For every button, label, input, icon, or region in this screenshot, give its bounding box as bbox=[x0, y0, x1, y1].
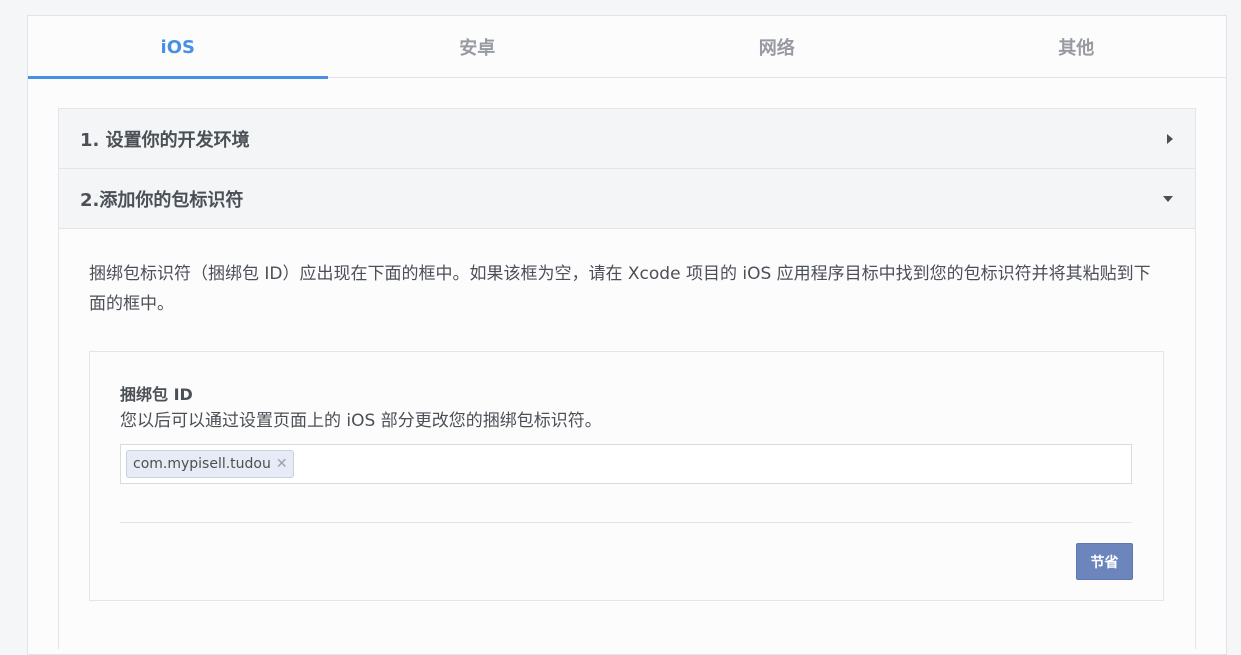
platform-tabs: iOS 安卓 网络 其他 bbox=[28, 16, 1227, 79]
tab-android[interactable]: 安卓 bbox=[328, 16, 628, 78]
remove-token-icon[interactable]: ✕ bbox=[276, 456, 288, 472]
bundle-id-help: 您以后可以通过设置页面上的 iOS 部分更改您的捆绑包标识符。 bbox=[120, 411, 602, 431]
caret-right-icon bbox=[1167, 133, 1173, 144]
bundle-id-description: 捆绑包标识符（捆绑包 ID）应出现在下面的框中。如果该框为空，请在 Xcode … bbox=[89, 264, 1151, 314]
setup-accordion: 1. 设置你的开发环境 2.添加你的包标识符 捆绑包标识符（捆绑包 ID）应出现… bbox=[58, 108, 1196, 649]
bundle-id-label: 捆绑包 ID bbox=[120, 385, 193, 404]
section-dev-environment-title: 1. 设置你的开发环境 bbox=[80, 129, 250, 151]
tab-other[interactable]: 其他 bbox=[927, 16, 1227, 78]
setup-card: iOS 安卓 网络 其他 1. 设置你的开发环境 2.添加你的包标识符 捆绑包标… bbox=[27, 15, 1227, 655]
save-button[interactable]: 节省 bbox=[1076, 543, 1133, 580]
bundle-id-token: com.mypisell.tudou ✕ bbox=[126, 450, 294, 478]
tab-web[interactable]: 网络 bbox=[627, 16, 927, 78]
panel-divider bbox=[120, 522, 1132, 523]
bundle-id-panel: 捆绑包 ID 您以后可以通过设置页面上的 iOS 部分更改您的捆绑包标识符。 c… bbox=[89, 351, 1164, 601]
section-dev-environment-header[interactable]: 1. 设置你的开发环境 bbox=[59, 109, 1195, 169]
section-bundle-id-header[interactable]: 2.添加你的包标识符 bbox=[59, 169, 1195, 229]
bundle-id-input[interactable]: com.mypisell.tudou ✕ bbox=[120, 444, 1132, 484]
tab-ios[interactable]: iOS bbox=[28, 16, 328, 79]
section-bundle-id-title: 2.添加你的包标识符 bbox=[80, 189, 244, 211]
caret-down-icon bbox=[1163, 195, 1173, 202]
section-bundle-id-body: 捆绑包标识符（捆绑包 ID）应出现在下面的框中。如果该框为空，请在 Xcode … bbox=[59, 229, 1195, 649]
bundle-id-token-text: com.mypisell.tudou bbox=[133, 456, 271, 472]
